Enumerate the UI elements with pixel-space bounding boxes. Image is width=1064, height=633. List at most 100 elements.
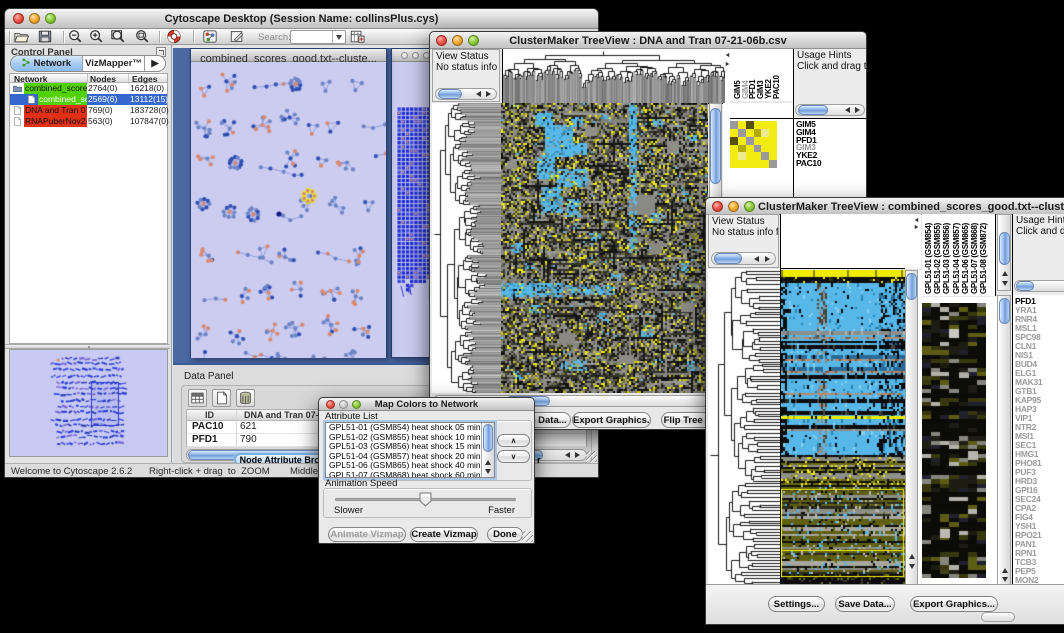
scrollbar-thumb[interactable] [906, 273, 917, 300]
tv1-row-labels[interactable]: GIM5GIM4PFD1GIM3YKE2PAC10 [796, 121, 864, 171]
export-graphics-button[interactable]: Export Graphics... [910, 596, 998, 612]
create-vizmap-button[interactable]: Create Vizmap [410, 527, 478, 542]
export-graphics-button[interactable]: Export Graphics... [572, 412, 651, 428]
scroll-up-icon[interactable] [1002, 271, 1008, 276]
tv2-heatmap-vscrollbar[interactable] [905, 270, 918, 586]
close-button[interactable] [712, 201, 723, 212]
zoom-out-icon[interactable] [67, 29, 83, 44]
scroll-right-icon[interactable] [765, 256, 770, 262]
tab-network[interactable]: Network [11, 56, 83, 71]
scroll-down-icon[interactable] [1002, 281, 1008, 286]
tv1-status-scrollbar[interactable] [435, 88, 497, 100]
network-table-row[interactable]: combined_sco2569(6)13112(15) [10, 94, 167, 105]
attribute-list[interactable]: GPL51-01 (GSM854) heat shock 05 minGPL51… [325, 422, 495, 478]
scroll-up-icon[interactable] [485, 460, 491, 465]
scroll-right-icon[interactable] [486, 91, 491, 97]
done-button[interactable]: Done [487, 527, 523, 542]
tv2-row-labels[interactable]: PFD1YRA1RNR4MSL1SPC98CLN1NIS1BUD4ELG1MAK… [1013, 295, 1064, 586]
tv1-column-labels[interactable]: GIM5GIM4PFD1GIM3YKE2PAC10 [730, 49, 793, 101]
scroll-right-icon[interactable] [855, 107, 860, 113]
tv2-column-dendrogram-area[interactable] [781, 214, 905, 269]
zoom-button[interactable] [744, 201, 755, 212]
tv1-mini-heatmap[interactable] [730, 121, 777, 168]
tv2-heatmap[interactable] [781, 270, 905, 586]
scroll-up-icon[interactable] [909, 554, 915, 559]
annotation-icon[interactable] [229, 29, 245, 44]
tv2-titlebar[interactable]: ClusterMaker TreeView : combined_scores_… [706, 198, 1064, 215]
tv1-heatmap[interactable] [501, 103, 708, 393]
scrollbar-thumb[interactable] [483, 424, 493, 452]
scroll-left-icon[interactable] [565, 452, 570, 458]
attribute-select-icon[interactable] [188, 389, 207, 407]
scrollbar-thumb[interactable] [1016, 281, 1034, 291]
network-table-header[interactable]: Network Nodes Edges [10, 74, 167, 83]
tab-overflow-button[interactable]: ▶ [145, 56, 165, 71]
scroll-left-icon[interactable] [915, 218, 919, 222]
scroll-left-icon[interactable] [845, 107, 850, 113]
scroll-down-icon[interactable] [909, 564, 915, 569]
open-session-icon[interactable] [13, 29, 29, 44]
minimize-button[interactable] [728, 201, 739, 212]
tv2-rowlabel-vscrollbar[interactable] [997, 295, 1011, 586]
network-overview[interactable] [9, 349, 168, 457]
dialog-resize-grip[interactable] [522, 531, 533, 542]
settings-button[interactable]: Settings... [768, 596, 825, 612]
move-down-button[interactable]: ∨ [497, 450, 530, 463]
frame-minimize-button[interactable] [412, 52, 419, 59]
frame1-titlebar[interactable]: combined_scores_good.txt--cluste... [191, 49, 386, 62]
network-table-row[interactable]: RNAPuberNov2+!563(0)107847(0) [10, 116, 167, 127]
column-header-id[interactable]: ID [205, 410, 214, 420]
tv1-usage-scrollbar[interactable] [795, 104, 865, 116]
move-up-button[interactable]: ∧ [497, 434, 530, 447]
lifering-icon[interactable] [166, 29, 182, 44]
column-label[interactable]: GPL51-01 (GSM854) [924, 223, 933, 294]
scroll-right-icon[interactable] [575, 452, 580, 458]
save-data-button[interactable]: Save Data... [835, 596, 895, 612]
frame-close-button[interactable] [401, 52, 408, 59]
tv2-status-scrollbar[interactable] [711, 252, 776, 265]
zoom-selected-icon[interactable] [134, 29, 150, 44]
scroll-down-icon[interactable] [485, 469, 491, 474]
table-import-icon[interactable] [349, 29, 365, 44]
network-table-row[interactable]: combined_scores2764(0)16218(0) [10, 83, 167, 94]
column-label[interactable]: PAC10 [772, 75, 781, 99]
new-attribute-icon[interactable] [212, 389, 231, 407]
tv2-corner-scrollbar[interactable] [981, 612, 1015, 622]
search-dropdown-button[interactable] [332, 31, 345, 43]
scroll-right-icon[interactable] [915, 225, 919, 229]
scrollbar-thumb[interactable] [999, 232, 1010, 265]
column-label[interactable]: GPL51-02 (GSM855) [933, 223, 942, 294]
scroll-up-icon[interactable] [1002, 568, 1008, 573]
scroll-down-icon[interactable] [1002, 577, 1008, 582]
tv2-usage-scrollbar[interactable] [1014, 280, 1064, 292]
network-canvas[interactable] [191, 62, 386, 358]
tv2-column-labels[interactable]: GPL51-01 (GSM854)GPL51-02 (GSM855)GPL51-… [922, 214, 996, 296]
delete-attribute-icon[interactable] [236, 389, 255, 407]
zoom-fit-icon[interactable] [110, 29, 126, 44]
column-dendrogram[interactable] [502, 49, 725, 104]
scrollbar-thumb[interactable] [999, 298, 1010, 324]
scroll-left-icon[interactable] [476, 91, 481, 97]
network-table-row[interactable]: DNA and Tran 07769(0)183728(0) [10, 105, 167, 116]
scroll-left-icon[interactable] [726, 53, 730, 57]
window-resize-grip[interactable] [586, 451, 597, 462]
main-window-titlebar[interactable]: Cytoscape Desktop (Session Name: collins… [5, 9, 598, 29]
search-input[interactable] [290, 30, 346, 44]
column-label[interactable]: GPL51-03 (GSM856) [942, 223, 951, 294]
vizmapper-icon[interactable] [202, 29, 218, 44]
save-session-icon[interactable] [37, 29, 53, 44]
network-frame[interactable]: combined_scores_good.txt--cluste... [190, 48, 387, 358]
column-label[interactable]: GPL51-04 (GSM857) [952, 223, 961, 294]
scrollbar-thumb[interactable] [710, 108, 721, 184]
tv2-sub-heatmap[interactable] [922, 303, 986, 578]
dialog-titlebar[interactable]: Map Colors to Network [319, 398, 534, 411]
tv1-titlebar[interactable]: ClusterMaker TreeView : DNA and Tran 07-… [430, 32, 866, 49]
animate-vizmap-button[interactable]: Animate Vizmap [328, 527, 406, 542]
column-label[interactable]: GPL51-08 (GSM872) [979, 223, 988, 294]
attribute-list-item[interactable]: GPL51-07 (GSM868) heat shock 60 min [326, 471, 494, 478]
zoom-in-icon[interactable] [88, 29, 104, 44]
scroll-left-icon[interactable] [754, 256, 759, 262]
slider-thumb[interactable] [419, 492, 432, 507]
scrollbar-thumb[interactable] [438, 89, 462, 99]
tab-vizmapper[interactable]: VizMapper™ [83, 56, 145, 71]
